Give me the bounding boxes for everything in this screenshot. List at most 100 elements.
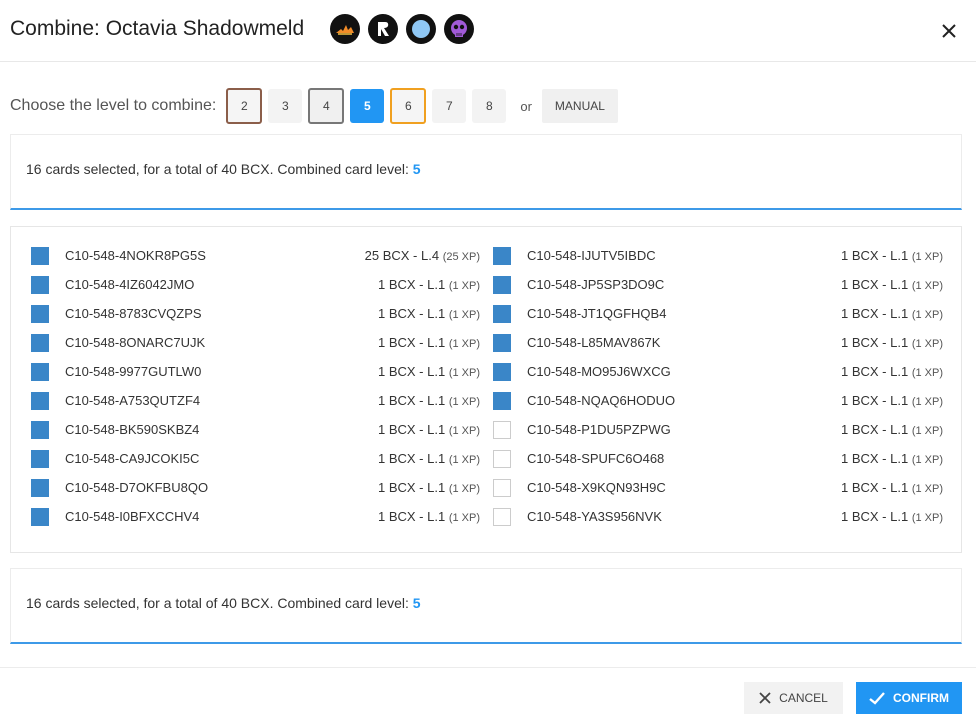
check-icon xyxy=(869,691,885,705)
cancel-button[interactable]: CANCEL xyxy=(744,682,843,714)
card-checkbox[interactable] xyxy=(31,421,49,439)
card-row[interactable]: C10-548-JP5SP3DO9C 1 BCX - L.1 (1 XP) xyxy=(493,276,943,305)
close-icon xyxy=(759,692,771,704)
card-bcx-value: 1 BCX - L.1 (1 XP) xyxy=(841,509,943,524)
confirm-label: CONFIRM xyxy=(893,691,949,705)
close-button[interactable] xyxy=(936,18,962,44)
card-bcx: 1 BCX - L.1 xyxy=(840,248,909,263)
card-bcx-value: 1 BCX - L.1 (1 XP) xyxy=(378,422,480,437)
card-badges xyxy=(330,14,474,44)
card-checkbox[interactable] xyxy=(31,363,49,381)
level-selector-label: Choose the level to combine: xyxy=(10,97,217,114)
card-xp: (1 XP) xyxy=(911,338,943,350)
card-checkbox[interactable] xyxy=(31,276,49,294)
card-bcx: 1 BCX - L.1 xyxy=(377,451,446,466)
card-row[interactable]: C10-548-P1DU5PZPWG 1 BCX - L.1 (1 XP) xyxy=(493,421,943,450)
card-checkbox[interactable] xyxy=(31,450,49,468)
card-xp: (1 XP) xyxy=(448,338,480,350)
card-xp: (1 XP) xyxy=(448,396,480,408)
card-row[interactable]: C10-548-I0BFXCCHV4 1 BCX - L.1 (1 XP) xyxy=(31,508,480,537)
card-row[interactable]: C10-548-IJUTV5IBDC 1 BCX - L.1 (1 XP) xyxy=(493,247,943,276)
card-id: C10-548-8783CVQZPS xyxy=(65,306,202,321)
card-row[interactable]: C10-548-L85MAV867K 1 BCX - L.1 (1 XP) xyxy=(493,334,943,363)
card-checkbox[interactable] xyxy=(493,247,511,265)
card-checkbox[interactable] xyxy=(493,334,511,352)
card-bcx-value: 1 BCX - L.1 (1 XP) xyxy=(378,451,480,466)
confirm-button[interactable]: CONFIRM xyxy=(856,682,962,714)
cards-column-right: C10-548-IJUTV5IBDC 1 BCX - L.1 (1 XP) C10-… xyxy=(493,247,943,537)
rarity-fire-icon xyxy=(330,14,360,44)
card-xp: (1 XP) xyxy=(448,280,480,292)
level-option-2[interactable]: 2 xyxy=(226,88,263,124)
card-checkbox[interactable] xyxy=(493,363,511,381)
card-row[interactable]: C10-548-D7OKFBU8QO 1 BCX - L.1 (1 XP) xyxy=(31,479,480,508)
card-bcx-value: 1 BCX - L.1 (1 XP) xyxy=(841,248,943,263)
card-row[interactable]: C10-548-4NOKR8PG5S 25 BCX - L.4 (25 XP) xyxy=(31,247,480,276)
dialog-header: Combine: Octavia Shadowmeld xyxy=(0,0,976,62)
card-bcx: 1 BCX - L.1 xyxy=(377,393,446,408)
card-xp: (1 XP) xyxy=(911,483,943,495)
card-xp: (1 XP) xyxy=(911,367,943,379)
card-bcx: 1 BCX - L.1 xyxy=(377,277,446,292)
cards-list-panel: C10-548-4NOKR8PG5S 25 BCX - L.4 (25 XP) C1… xyxy=(10,226,962,553)
card-row[interactable]: C10-548-8783CVQZPS 1 BCX - L.1 (1 XP) xyxy=(31,305,480,334)
card-checkbox[interactable] xyxy=(31,334,49,352)
card-row[interactable]: C10-548-CA9JCOKI5C 1 BCX - L.1 (1 XP) xyxy=(31,450,480,479)
card-checkbox[interactable] xyxy=(493,450,511,468)
card-row[interactable]: C10-548-JT1QGFHQB4 1 BCX - L.1 (1 XP) xyxy=(493,305,943,334)
card-xp: (1 XP) xyxy=(448,367,480,379)
card-xp: (1 XP) xyxy=(911,454,943,466)
level-option-6[interactable]: 6 xyxy=(390,88,427,124)
level-option-5[interactable]: 5 xyxy=(350,89,385,123)
card-bcx: 1 BCX - L.1 xyxy=(840,451,909,466)
card-bcx: 1 BCX - L.1 xyxy=(840,335,909,350)
card-checkbox[interactable] xyxy=(493,421,511,439)
level-option-7[interactable]: 7 xyxy=(432,89,467,123)
card-row[interactable]: C10-548-YA3S956NVK 1 BCX - L.1 (1 XP) xyxy=(493,508,943,537)
card-id: C10-548-4NOKR8PG5S xyxy=(65,248,206,263)
card-checkbox[interactable] xyxy=(493,479,511,497)
manual-button[interactable]: MANUAL xyxy=(541,89,618,123)
card-xp: (1 XP) xyxy=(911,512,943,524)
card-row[interactable]: C10-548-9977GUTLW0 1 BCX - L.1 (1 XP) xyxy=(31,363,480,392)
card-checkbox[interactable] xyxy=(31,508,49,526)
card-checkbox[interactable] xyxy=(493,508,511,526)
summary-bottom: 16 cards selected, for a total of 40 BCX… xyxy=(10,568,962,644)
card-row[interactable]: C10-548-X9KQN93H9C 1 BCX - L.1 (1 XP) xyxy=(493,479,943,508)
summary-text: 16 cards selected, for a total of 40 BCX… xyxy=(26,595,421,611)
card-id: C10-548-I0BFXCCHV4 xyxy=(65,509,200,524)
card-id: C10-548-9977GUTLW0 xyxy=(65,364,202,379)
card-row[interactable]: C10-548-4IZ6042JMO 1 BCX - L.1 (1 XP) xyxy=(31,276,480,305)
card-row[interactable]: C10-548-NQAQ6HODUO 1 BCX - L.1 (1 XP) xyxy=(493,392,943,421)
card-row[interactable]: C10-548-SPUFC6O468 1 BCX - L.1 (1 XP) xyxy=(493,450,943,479)
card-bcx-value: 1 BCX - L.1 (1 XP) xyxy=(841,393,943,408)
card-checkbox[interactable] xyxy=(31,247,49,265)
cancel-label: CANCEL xyxy=(779,691,828,705)
card-xp: (1 XP) xyxy=(448,483,480,495)
card-checkbox[interactable] xyxy=(493,276,511,294)
card-bcx: 1 BCX - L.1 xyxy=(377,306,446,321)
card-xp: (1 XP) xyxy=(448,454,480,466)
card-id: C10-548-D7OKFBU8QO xyxy=(65,480,209,495)
card-xp: (1 XP) xyxy=(911,396,943,408)
card-checkbox[interactable] xyxy=(493,392,511,410)
card-checkbox[interactable] xyxy=(31,392,49,410)
card-checkbox[interactable] xyxy=(493,305,511,323)
card-id: C10-548-P1DU5PZPWG xyxy=(527,422,671,437)
card-id: C10-548-YA3S956NVK xyxy=(527,509,662,524)
card-id: C10-548-JT1QGFHQB4 xyxy=(527,306,667,321)
level-option-4[interactable]: 4 xyxy=(308,88,345,124)
card-checkbox[interactable] xyxy=(31,479,49,497)
card-bcx: 1 BCX - L.1 xyxy=(377,422,446,437)
card-xp: (1 XP) xyxy=(911,251,943,263)
card-row[interactable]: C10-548-8ONARC7UJK 1 BCX - L.1 (1 XP) xyxy=(31,334,480,363)
card-row[interactable]: C10-548-BK590SKBZ4 1 BCX - L.1 (1 XP) xyxy=(31,421,480,450)
card-row[interactable]: C10-548-A753QUTZF4 1 BCX - L.1 (1 XP) xyxy=(31,392,480,421)
card-bcx-value: 1 BCX - L.1 (1 XP) xyxy=(378,509,480,524)
level-option-3[interactable]: 3 xyxy=(268,89,303,123)
edition-icon xyxy=(368,14,398,44)
card-checkbox[interactable] xyxy=(31,305,49,323)
level-option-8[interactable]: 8 xyxy=(472,89,507,123)
card-row[interactable]: C10-548-MO95J6WXCG 1 BCX - L.1 (1 XP) xyxy=(493,363,943,392)
card-bcx-value: 25 BCX - L.4 (25 XP) xyxy=(365,248,480,263)
